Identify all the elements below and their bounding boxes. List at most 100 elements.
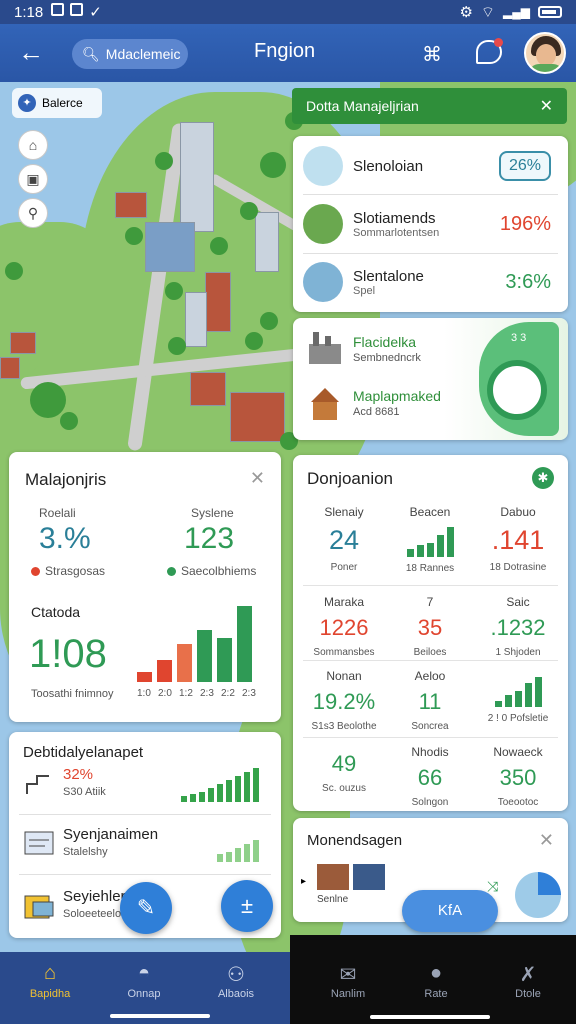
signal-icon: ▂▄▆: [503, 5, 530, 19]
home-indicator: [370, 1015, 490, 1019]
arrow-icon: ▸: [301, 876, 307, 887]
building-map-button[interactable]: ▣: [18, 164, 48, 194]
add-button[interactable]: ±: [221, 880, 273, 932]
metric-cell[interactable]: Dabuo .141 18 Dotrasine: [473, 505, 563, 573]
row-value: 196%: [499, 212, 551, 235]
summary-row[interactable]: Slenoloian 26%: [303, 138, 561, 194]
metric-cell[interactable]: 2 ! 0 Pofsletie: [473, 669, 563, 724]
search-field[interactable]: 🔍︎ Mdaclemeic: [72, 39, 188, 69]
row-title: Slentalone: [353, 267, 424, 285]
close-icon[interactable]: ✕: [540, 96, 553, 116]
people-icon: ⚇: [227, 964, 245, 986]
map-action-button[interactable]: ✎: [120, 882, 172, 934]
nav-label: Albaois: [217, 988, 255, 1000]
bar: [237, 606, 252, 682]
stat-legend: Saecolbhiems: [167, 564, 256, 578]
metric-cell[interactable]: Aeloo 11 Soncrea: [385, 669, 475, 732]
mini-bars: [473, 673, 563, 707]
banner-text: Dotta Manajeljrian: [306, 98, 419, 114]
mini-bars: [385, 523, 475, 557]
summary-card: Slenoloian 26% Slotiamends Sommarlotents…: [293, 136, 568, 312]
map-icon: ◓: [137, 962, 151, 984]
metric-cell[interactable]: Nhodis 66 Solngon: [385, 745, 475, 808]
metric-cell[interactable]: Nowaeck 350 Toeootoc: [473, 745, 563, 808]
close-icon[interactable]: ✕: [250, 468, 265, 489]
data-management-banner: Dotta Manajeljrian ✕: [292, 88, 567, 124]
thumbnail-strip[interactable]: [317, 864, 387, 890]
metric-cell[interactable]: Saic .1232 1 Shjoden: [473, 595, 563, 658]
action-pill-button[interactable]: KfA: [402, 890, 498, 932]
stat-value: 123: [184, 522, 235, 555]
close-icon[interactable]: ✕: [539, 830, 554, 851]
legend-icon: ✦: [18, 94, 36, 112]
metric-cell[interactable]: Beacen 18 Rannes: [385, 505, 475, 574]
document-icon: [24, 831, 54, 855]
thumbnail: [353, 864, 385, 890]
bar: [197, 630, 212, 682]
stat-label: Roelali: [39, 506, 76, 520]
arc-label: 3 3: [511, 332, 527, 344]
metric-cell[interactable]: 7 35 Beiloes: [385, 595, 475, 658]
home-indicator: [110, 1014, 210, 1018]
bar: [157, 660, 172, 682]
app-bar: ← 🔍︎ Mdaclemeic Fngion ⌘: [0, 24, 576, 82]
tools-icon: ✗: [519, 964, 537, 986]
settings-status-icon: ⚙: [459, 4, 473, 21]
search-icon: 🔍︎: [82, 45, 100, 62]
facility-title: Maplapmaked: [353, 388, 441, 404]
pie-chart: [515, 872, 561, 918]
thumbnail: [317, 864, 349, 890]
bar-chart: [137, 602, 257, 682]
metric-cell[interactable]: Maraka 1226 Sommansbes: [299, 595, 389, 658]
stats-card: Malajonjris ✕ Roelali 3.% Strasgosas Sys…: [9, 452, 281, 722]
avatar[interactable]: [524, 32, 566, 74]
facility-subtitle: Sembnedncrk: [353, 352, 421, 364]
network-icon[interactable]: ⌘: [422, 42, 442, 67]
bottom-nav-right: ✉ Nanlim ● Rate ✗ Dtole: [290, 935, 576, 1024]
wifi-icon: ⌔: [480, 3, 496, 21]
summary-row[interactable]: Slentalone Spel 3:6%: [303, 254, 561, 310]
card-title: Monendsagen: [307, 832, 403, 849]
list-item[interactable]: Syenjanaimen Stalelshy: [21, 820, 271, 870]
stat-label: Syslene: [191, 506, 234, 520]
summary-row[interactable]: Slotiamends Sommarlotentsen 196%: [303, 196, 561, 252]
stairs-icon: [26, 775, 49, 794]
list-item[interactable]: 32% S30 Atiik: [21, 760, 271, 810]
nav-item-mail[interactable]: ✉ Nanlim: [300, 962, 396, 1000]
list-item-title: Syenjanaimen: [63, 826, 159, 843]
list-item-title: Seyiehler: [63, 888, 126, 905]
metric-cell[interactable]: Nonan 19.2% S1s3 Beolothe: [299, 669, 389, 732]
nav-item-home[interactable]: ⌂ Bapidha: [2, 962, 98, 1000]
stat-value: 3.%: [39, 522, 91, 555]
nav-item-tools[interactable]: ✗ Dtole: [480, 962, 576, 1000]
card-title: Malajonjris: [25, 470, 107, 489]
metric-cell[interactable]: Slenaiy 24 Poner: [299, 505, 389, 573]
check-icon: ✓: [89, 4, 102, 21]
battery-icon: [538, 6, 562, 18]
nav-label: Nanlim: [330, 988, 366, 1000]
layers-map-button[interactable]: ⌂: [18, 130, 48, 160]
settings-icon[interactable]: ✱: [532, 467, 554, 489]
nav-item-rate[interactable]: ● Rate: [388, 962, 484, 1000]
pin-map-button[interactable]: ⚲: [18, 198, 48, 228]
bar: [137, 672, 152, 682]
map-legend[interactable]: ✦ Balerce: [12, 88, 102, 118]
facility-subtitle: Acd 8681: [353, 406, 400, 418]
circle-icon: ●: [429, 962, 443, 984]
person-icon: [303, 146, 343, 186]
metric-cell[interactable]: 49 Sc. ouzus: [299, 745, 389, 794]
mini-bars: [217, 840, 259, 862]
temple-icon: [311, 388, 339, 420]
bottom-nav-left: ⌂ Bapidha ◓ Onnap ⚇ Albaois: [0, 952, 290, 1024]
facility-title: Flacidelka: [353, 334, 417, 350]
nav-item-map[interactable]: ◓ Onnap: [96, 962, 192, 1000]
row-subtitle: Sommarlotentsen: [353, 226, 440, 239]
mail-icon: ✉: [339, 964, 357, 986]
back-arrow-icon[interactable]: ←: [18, 38, 48, 68]
nav-item-alerts[interactable]: ⚇ Albaois: [188, 962, 284, 1000]
nav-label: Bapidha: [29, 988, 71, 1000]
nav-label: Onnap: [127, 988, 161, 1000]
road-sign-icon: [303, 262, 343, 302]
building-icon: [303, 204, 343, 244]
facility-card[interactable]: 3 3 Flacidelka Sembnedncrk Maplapmaked A…: [293, 318, 568, 440]
